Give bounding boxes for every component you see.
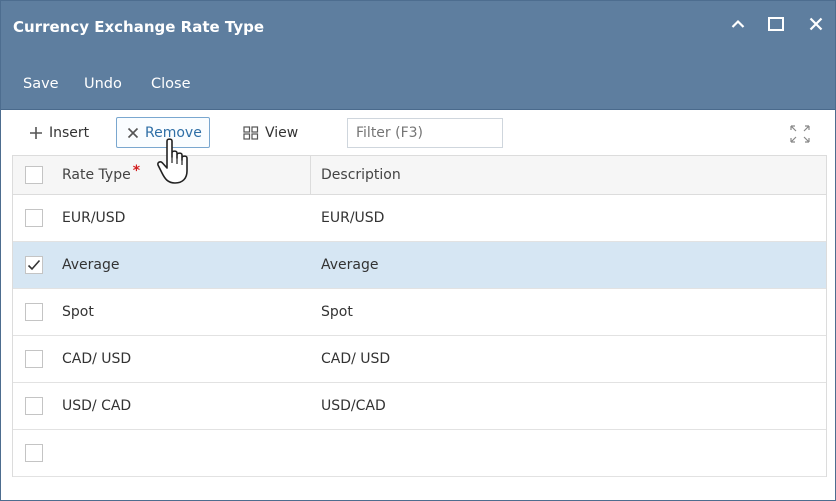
- row-checkbox[interactable]: [25, 256, 43, 274]
- row-checkbox[interactable]: [25, 209, 43, 227]
- maximize-icon: [768, 17, 784, 31]
- grid-header-row: Rate Type * Description: [13, 155, 826, 195]
- table-row[interactable]: USD/ CAD USD/CAD: [13, 383, 826, 430]
- required-marker: *: [132, 163, 141, 179]
- table-row[interactable]: CAD/ USD CAD/ USD: [13, 336, 826, 383]
- hand-pointer-icon: [155, 137, 199, 191]
- grid-toolbar: Insert Remove View: [1, 111, 835, 155]
- column-header-description[interactable]: Description: [321, 167, 401, 183]
- rate-type-grid: Rate Type * Description EUR/USD EUR/USD A…: [12, 155, 827, 477]
- insert-button[interactable]: Insert: [27, 117, 91, 148]
- currency-exchange-rate-type-window: Currency Exchange Rate Type Save Undo Cl…: [0, 0, 836, 501]
- description-cell[interactable]: USD/CAD: [321, 398, 386, 414]
- close-menu-button[interactable]: Close: [151, 76, 191, 92]
- description-cell[interactable]: EUR/USD: [321, 210, 384, 226]
- table-row[interactable]: EUR/USD EUR/USD: [13, 195, 826, 242]
- row-checkbox[interactable]: [25, 350, 43, 368]
- undo-menu-button[interactable]: Undo: [84, 76, 122, 92]
- select-all-checkbox[interactable]: [25, 166, 43, 184]
- column-header-rate-type[interactable]: Rate Type *: [62, 163, 140, 183]
- x-icon: [127, 127, 139, 139]
- window-title: Currency Exchange Rate Type: [13, 18, 265, 36]
- rate-type-cell[interactable]: Average: [62, 257, 120, 273]
- plus-icon: [29, 126, 43, 140]
- filter-input[interactable]: [347, 118, 503, 148]
- row-checkbox[interactable]: [25, 303, 43, 321]
- description-cell[interactable]: CAD/ USD: [321, 351, 390, 367]
- chevron-up-icon: [731, 19, 745, 28]
- maximize-button[interactable]: [764, 11, 788, 37]
- column-separator[interactable]: [310, 156, 311, 194]
- description-cell[interactable]: Spot: [321, 304, 353, 320]
- insert-label: Insert: [49, 124, 90, 141]
- close-window-button[interactable]: [804, 11, 828, 37]
- expand-icon[interactable]: [789, 124, 811, 148]
- view-button[interactable]: View: [243, 117, 298, 148]
- close-icon: [809, 17, 823, 31]
- table-row[interactable]: Average Average: [13, 242, 826, 289]
- rate-type-cell[interactable]: CAD/ USD: [62, 351, 131, 367]
- rate-type-header-label: Rate Type: [62, 167, 131, 183]
- checkmark-icon: [27, 259, 41, 271]
- menu-bar: Save Undo Close: [1, 57, 835, 110]
- table-row-empty[interactable]: [13, 430, 826, 477]
- save-menu-button[interactable]: Save: [23, 76, 59, 92]
- rate-type-cell[interactable]: USD/ CAD: [62, 398, 131, 414]
- title-bar: Currency Exchange Rate Type: [1, 1, 835, 57]
- row-checkbox[interactable]: [25, 397, 43, 415]
- view-label: View: [265, 124, 299, 141]
- collapse-button[interactable]: [726, 11, 750, 37]
- rate-type-cell[interactable]: EUR/USD: [62, 210, 125, 226]
- rate-type-cell[interactable]: Spot: [62, 304, 94, 320]
- grid-view-icon: [243, 125, 259, 140]
- row-checkbox[interactable]: [25, 444, 43, 462]
- description-cell[interactable]: Average: [321, 257, 379, 273]
- table-row[interactable]: Spot Spot: [13, 289, 826, 336]
